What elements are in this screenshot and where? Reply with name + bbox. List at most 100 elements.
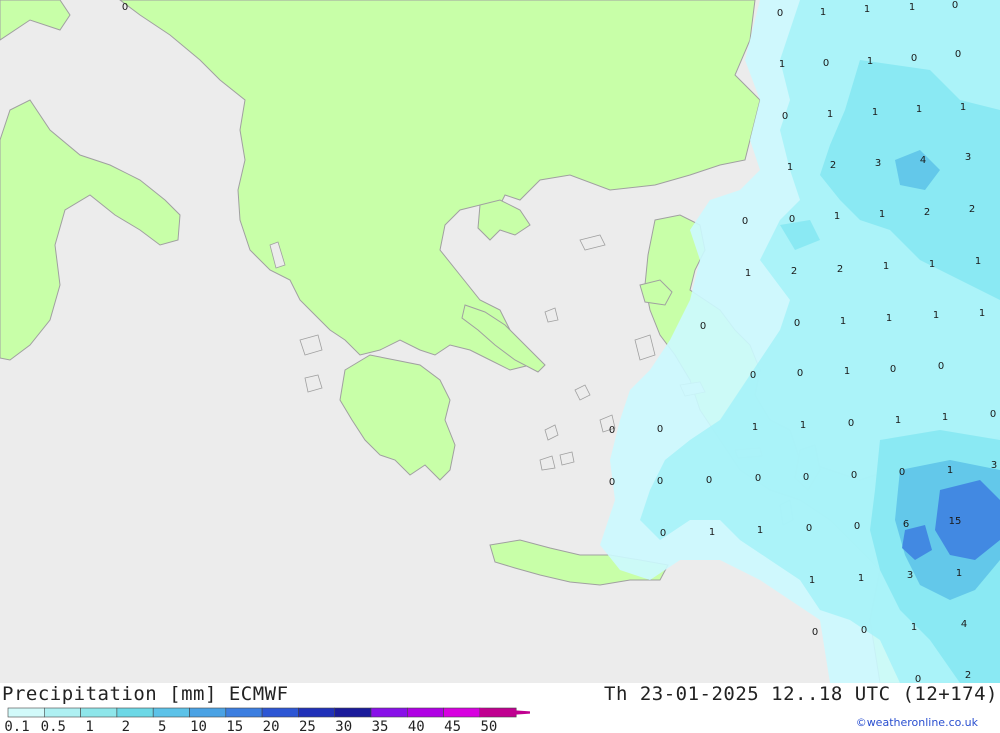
grid-value: 0 <box>806 523 812 534</box>
grid-value: 0 <box>657 476 663 487</box>
credit-link[interactable]: ©weatheronline.co.uk <box>856 716 978 729</box>
legend-label: 1 <box>85 719 93 733</box>
grid-value: 0 <box>803 472 809 483</box>
grid-value: 2 <box>791 266 797 277</box>
grid-value: 0 <box>755 473 761 484</box>
grid-value: 1 <box>809 575 815 586</box>
grid-value: 0 <box>812 627 818 638</box>
legend-swatch <box>116 707 154 718</box>
grid-value: 1 <box>960 102 966 113</box>
grid-value: 3 <box>991 460 997 471</box>
valid-time: Th 23-01-2025 12..18 UTC (12+174) <box>604 683 998 705</box>
grid-value: 1 <box>834 211 840 222</box>
legend-label: 40 <box>408 719 425 733</box>
legend-swatch <box>80 707 118 718</box>
map-title: Precipitation [mm] ECMWF <box>2 683 289 705</box>
grid-value: 1 <box>979 308 985 319</box>
grid-value: 1 <box>840 316 846 327</box>
grid-value: 3 <box>875 158 881 169</box>
legend-swatch <box>334 707 372 718</box>
legend-label: 2 <box>122 719 130 733</box>
grid-value: 3 <box>907 570 913 581</box>
legend-label: 5 <box>158 719 166 733</box>
grid-value: 1 <box>975 256 981 267</box>
legend-swatch <box>298 707 335 718</box>
grid-value: 0 <box>990 409 996 420</box>
legend-swatch <box>443 707 481 718</box>
grid-value: 0 <box>899 467 905 478</box>
grid-value: 1 <box>933 310 939 321</box>
grid-value: 1 <box>929 259 935 270</box>
grid-value: 1 <box>820 7 826 18</box>
grid-value: 0 <box>782 111 788 122</box>
grid-value: 1 <box>872 107 878 118</box>
grid-value: 1 <box>745 268 751 279</box>
grid-value: 0 <box>851 470 857 481</box>
grid-value: 1 <box>956 568 962 579</box>
grid-value: 1 <box>858 573 864 584</box>
legend-swatch <box>261 707 299 718</box>
legend-label: 30 <box>335 719 352 733</box>
grid-value: 0 <box>861 625 867 636</box>
legend-swatch <box>406 707 444 718</box>
grid-value: 0 <box>657 424 663 435</box>
grid-value: 1 <box>787 162 793 173</box>
grid-value: 0 <box>706 475 712 486</box>
legend-swatch <box>370 707 408 718</box>
grid-value: 1 <box>800 420 806 431</box>
grid-value: 0 <box>609 477 615 488</box>
grid-value: 0 <box>797 368 803 379</box>
grid-value: 2 <box>830 160 836 171</box>
grid-value: 1 <box>752 422 758 433</box>
grid-value: 2 <box>924 207 930 218</box>
grid-value: 0 <box>660 528 666 539</box>
grid-value: 0 <box>794 318 800 329</box>
legend-label: 20 <box>263 719 280 733</box>
legend-swatch <box>189 707 227 718</box>
grid-value: 0 <box>915 674 921 683</box>
legend-label: 10 <box>190 719 207 733</box>
grid-value: 0 <box>823 58 829 69</box>
grid-value: 0 <box>848 418 854 429</box>
grid-value: 1 <box>895 415 901 426</box>
grid-value: 1 <box>844 366 850 377</box>
grid-value: 1 <box>911 622 917 633</box>
precipitation-map: 0 0 1 1 1 0 1 0 1 0 0 0 1 1 1 1 1 2 3 4 3 0 0 1 1 2 2 1 2 2 1 1 1 0 0 1 1 1 1 0… <box>0 0 1000 685</box>
grid-value: 4 <box>920 155 926 166</box>
legend-swatch <box>225 707 263 718</box>
grid-value: 1 <box>867 56 873 67</box>
legend-label: 35 <box>372 719 389 733</box>
grid-value: 0 <box>122 2 128 13</box>
grid-value: 0 <box>789 214 795 225</box>
legend-label: 0.5 <box>41 719 66 733</box>
grid-value: 0 <box>700 321 706 332</box>
grid-value: 2 <box>837 264 843 275</box>
grid-value: 2 <box>965 670 971 681</box>
grid-value: 0 <box>890 364 896 375</box>
legend-swatch <box>7 707 45 718</box>
grid-value: 3 <box>965 152 971 163</box>
grid-value: 4 <box>961 619 967 630</box>
grid-value: 0 <box>955 49 961 60</box>
grid-value: 1 <box>916 104 922 115</box>
grid-value: 1 <box>779 59 785 70</box>
grid-value: 1 <box>827 109 833 120</box>
precip-legend: 0.1 0.5 1 2 5 10 15 20 25 30 35 40 45 50 <box>4 707 530 733</box>
grid-value: 1 <box>757 525 763 536</box>
grid-value: 1 <box>864 4 870 15</box>
grid-value: 0 <box>742 216 748 227</box>
legend-label: 15 <box>226 719 243 733</box>
grid-value: 1 <box>883 261 889 272</box>
grid-value: 1 <box>709 527 715 538</box>
grid-value: 1 <box>909 2 915 13</box>
grid-value: 1 <box>947 465 953 476</box>
legend-label: 25 <box>299 719 316 733</box>
grid-value: 0 <box>750 370 756 381</box>
footer-bar: Precipitation [mm] ECMWF Th 23-01-2025 1… <box>0 683 1000 733</box>
grid-value: 6 <box>903 519 909 530</box>
grid-value: 0 <box>854 521 860 532</box>
legend-swatch <box>152 707 190 718</box>
grid-value: 15 <box>949 516 962 527</box>
legend-label: 0.1 <box>4 719 29 733</box>
grid-value: 1 <box>886 313 892 324</box>
